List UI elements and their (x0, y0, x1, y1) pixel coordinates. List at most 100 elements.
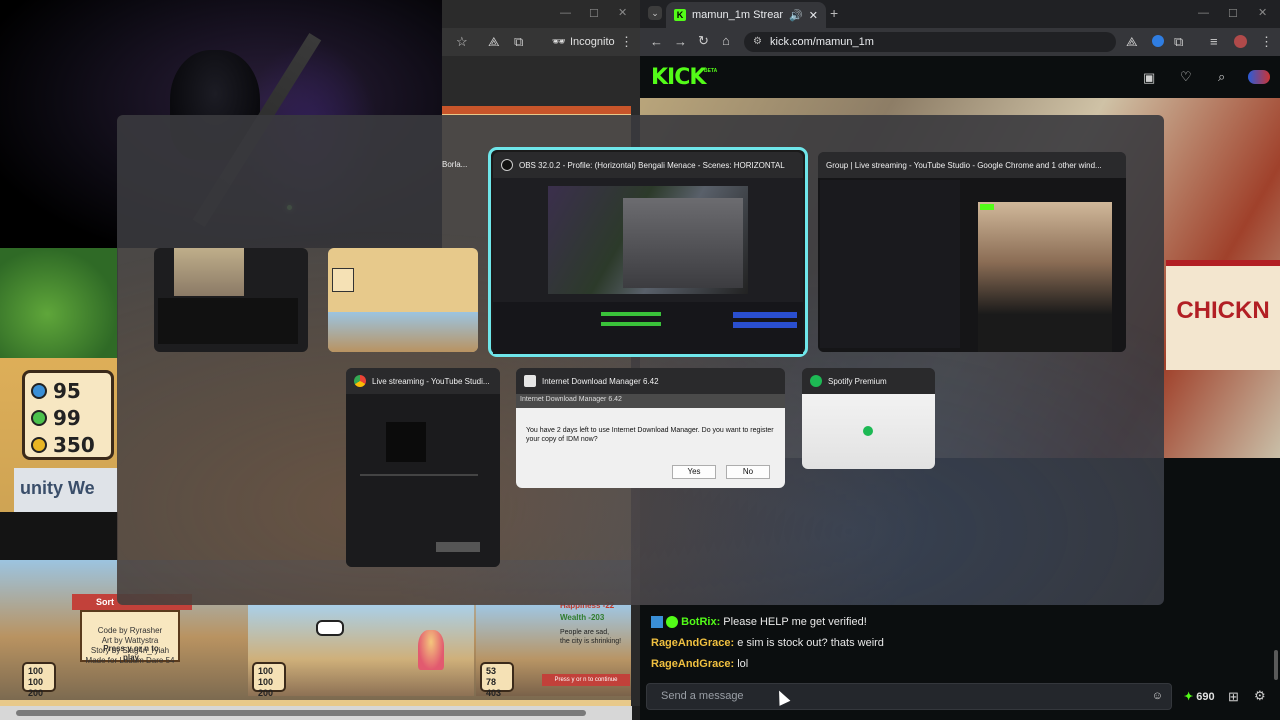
window-thumbnail-spotify[interactable]: Spotify Premium (802, 368, 935, 469)
obs-docks (493, 302, 803, 354)
mini-stat: 100 (258, 666, 274, 676)
obs-icon (501, 159, 513, 171)
new-tab-icon[interactable]: + (830, 5, 838, 21)
extension-icon[interactable] (1152, 35, 1164, 47)
window-thumbnail-game[interactable] (328, 248, 478, 352)
mini-stats-c: 53 78 403 (480, 662, 514, 698)
thumbnail-preview (818, 178, 1126, 352)
thumbnail-title-bar: Spotify Premium (802, 368, 935, 394)
search-icon[interactable]: ⌕ (1218, 69, 1225, 85)
thumbnail-title-bar: Group | Live streaming - YouTube Studio … (818, 152, 1126, 178)
close-icon[interactable]: ✕ (618, 6, 627, 19)
url-field[interactable]: ⚙ kick.com/mamun_1m (744, 32, 1116, 52)
mini-stat: 403 (486, 688, 502, 698)
back-icon[interactable]: ← (650, 34, 663, 49)
url-text: kick.com/mamun_1m (770, 36, 874, 48)
tab-search-icon[interactable]: ⌄ (648, 6, 662, 20)
close-icon[interactable]: ✕ (1258, 6, 1267, 19)
storefront-sign: CHICKN (1166, 260, 1280, 370)
user-avatar[interactable] (1248, 70, 1270, 84)
minimize-icon[interactable]: — (1198, 7, 1209, 19)
idm-icon (524, 375, 536, 387)
drops-icon[interactable]: ▣ (1143, 70, 1155, 86)
youtube-video-preview (386, 422, 426, 462)
game-gap (0, 512, 118, 564)
kick-tab[interactable]: K mamun_1m Stream - Watch 🔊 ✕ (666, 2, 826, 28)
channel-points[interactable]: ✦ 690 (1184, 690, 1215, 703)
minimize-icon[interactable]: — (560, 7, 571, 19)
maximize-icon[interactable]: ☐ (1228, 7, 1238, 20)
obs-start-button (733, 312, 797, 318)
mini-stat: 100 (28, 666, 44, 676)
translate-icon[interactable]: ⟁ (1126, 34, 1138, 50)
thumbnail-title: Spotify Premium (828, 376, 887, 386)
window-thumbnail-youtube-studio[interactable]: Live streaming - YouTube Studi... (346, 368, 500, 567)
bookmark-star-icon[interactable]: ☆ (456, 34, 468, 50)
window-thumbnail-idm[interactable]: Internet Download Manager 6.42 Internet … (516, 368, 785, 488)
emoji-icon[interactable]: ☺ (1152, 684, 1163, 709)
wealth-value: 350 (53, 432, 95, 457)
chat-placeholder: Send a message (661, 690, 744, 702)
extensions-icon[interactable]: ⧉ (514, 34, 523, 50)
chat-username[interactable]: BotRix: (681, 616, 720, 628)
chat-scrollbar[interactable] (1274, 650, 1278, 680)
verified-badge-icon (666, 616, 679, 629)
forward-icon[interactable]: → (674, 34, 687, 49)
kick-logo[interactable]: KICK (651, 65, 706, 90)
population-value: 95 (53, 378, 81, 403)
spotify-icon (810, 375, 822, 387)
extensions-icon[interactable]: ⧉ (1174, 34, 1183, 50)
press-continue-prompt: Press y or n to continue (542, 674, 630, 686)
window-thumbnail-obs[interactable]: OBS 32.0.2 - Profile: (Horizontal) Benga… (488, 147, 808, 357)
maximize-icon[interactable]: ☐ (589, 7, 599, 20)
window-thumbnail-group[interactable]: Group | Live streaming - YouTube Studio … (818, 152, 1126, 352)
thumbnail-stats (332, 268, 354, 292)
happiness-icon (31, 409, 47, 426)
moderator-badge-icon (651, 616, 663, 629)
speaker-icon[interactable]: 🔊 (789, 9, 803, 22)
press-play-prompt: Press y or n to play (103, 644, 159, 662)
mini-stats-a: 100 100 200 (22, 662, 56, 698)
idm-no-button[interactable]: No (726, 465, 770, 479)
chat-message: RageAndGrace: lol (651, 658, 748, 670)
menu-kebab-icon[interactable]: ⋮ (620, 34, 633, 50)
thumbnail-title: Live streaming - YouTube Studi... (372, 376, 490, 386)
thumbnail-title: Internet Download Manager 6.42 (542, 376, 659, 386)
chat-username[interactable]: RageAndGrace: (651, 637, 734, 649)
youtube-chat-box (436, 542, 480, 552)
reload-icon[interactable]: ↻ (698, 33, 709, 49)
mini-stat: 200 (28, 688, 44, 698)
chat-settings-gear-icon[interactable]: ⚙ (1254, 688, 1266, 704)
idm-dialog-preview: Internet Download Manager 6.42 You have … (516, 394, 785, 488)
gift-icon[interactable]: ⊞ (1228, 689, 1239, 705)
wealth-status: Wealth -203 (560, 613, 605, 622)
tab-close-icon[interactable]: ✕ (809, 9, 818, 22)
points-value: 690 (1196, 691, 1215, 703)
chat-text: lol (737, 658, 749, 670)
chat-username[interactable]: RageAndGrace: (651, 658, 734, 670)
incognito-indicator[interactable]: 🕶 Incognito (552, 35, 615, 49)
following-heart-icon[interactable]: ♡ (1180, 69, 1192, 85)
window-thumbnail-chrome[interactable] (154, 248, 308, 352)
idm-yes-button[interactable]: Yes (672, 465, 716, 479)
youtube-studio-preview (820, 180, 960, 348)
kick-favicon-icon: K (674, 9, 686, 21)
chat-text: e sim is stock out? thats weird (737, 637, 884, 649)
kick-beta-badge: BETA (704, 68, 718, 74)
home-icon[interactable]: ⌂ (722, 33, 730, 48)
left-scrollbar-thumb[interactable] (16, 710, 586, 716)
thumbnail-title-bar: Live streaming - YouTube Studi... (346, 368, 500, 394)
thumbnail-title: Group | Live streaming - YouTube Studio … (826, 160, 1102, 170)
thumbnail-title-bar: Internet Download Manager 6.42 (516, 368, 785, 394)
site-info-icon[interactable]: ⚙ (753, 32, 762, 52)
thumbnail-title-fragment: Borla... (442, 160, 468, 169)
chat-message: RageAndGrace: e sim is stock out? thats … (651, 637, 884, 649)
chat-text: Please HELP me get verified! (723, 616, 867, 628)
chat-message-input[interactable]: Send a message ☺ (646, 683, 1172, 710)
profile-avatar[interactable] (1234, 35, 1247, 48)
translate-icon[interactable]: ⟁ (488, 34, 500, 50)
menu-kebab-icon[interactable]: ⋮ (1260, 34, 1273, 50)
mini-stat: 53 (486, 666, 497, 676)
media-controls-icon[interactable]: ≡ (1210, 34, 1218, 49)
incognito-label: Incognito (569, 35, 615, 48)
